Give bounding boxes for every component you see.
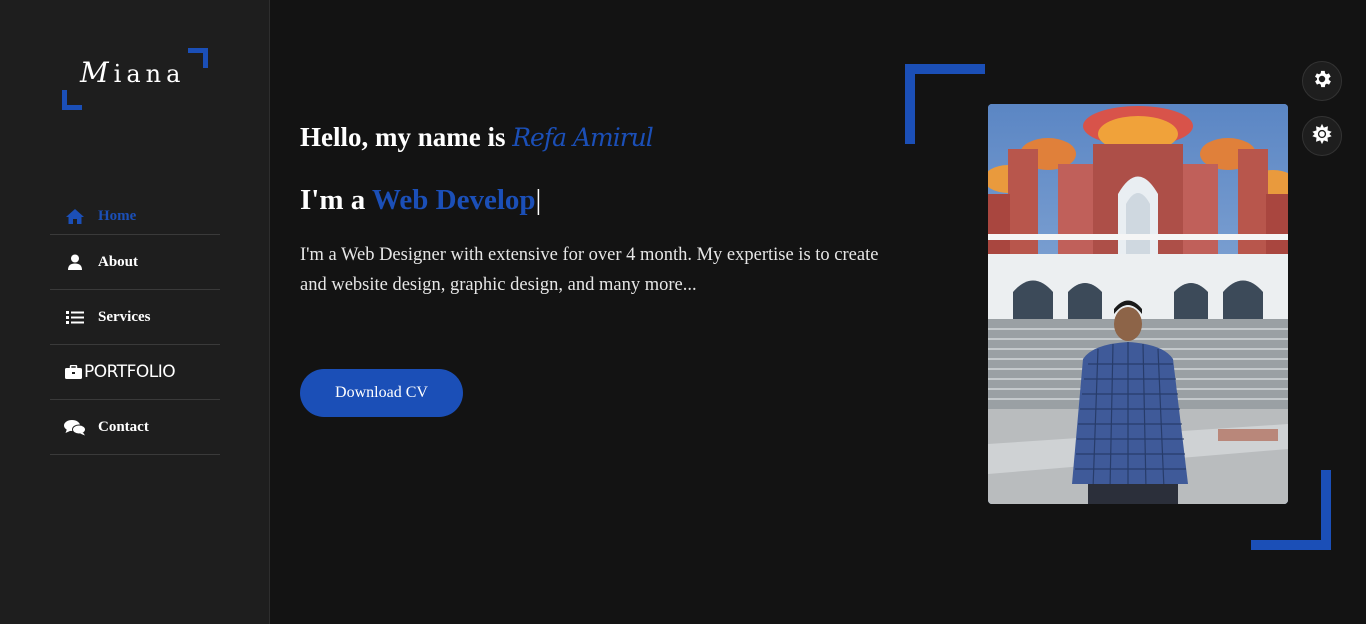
sidebar-item-contact[interactable]: Contact bbox=[50, 400, 220, 455]
sidebar-item-label: About bbox=[98, 253, 139, 270]
briefcase-icon bbox=[64, 363, 82, 381]
profile-photo bbox=[988, 104, 1288, 504]
home-icon bbox=[64, 207, 86, 225]
logo-text: Miana bbox=[80, 56, 185, 89]
sidebar: Miana Home About Services PORTFOLIO Cont… bbox=[0, 0, 270, 624]
bio-text: I'm a Web Designer with extensive for ov… bbox=[300, 245, 879, 295]
theme-toggle-button[interactable] bbox=[1302, 116, 1342, 156]
user-icon bbox=[64, 253, 86, 271]
sidebar-item-portfolio[interactable]: PORTFOLIO bbox=[50, 345, 220, 400]
logo-rest: iana bbox=[113, 60, 186, 88]
greeting-prefix: Hello, my name is bbox=[300, 122, 513, 152]
sidebar-item-label: Services bbox=[98, 308, 151, 325]
sidebar-item-label: Home bbox=[98, 207, 137, 224]
settings-button[interactable] bbox=[1302, 61, 1342, 101]
comments-icon bbox=[64, 418, 86, 436]
role-prefix: I'm a bbox=[300, 184, 372, 216]
sun-icon bbox=[1311, 123, 1333, 150]
photo-frame-top-left bbox=[905, 64, 985, 144]
logo[interactable]: Miana bbox=[62, 48, 208, 110]
gear-icon bbox=[1311, 68, 1333, 95]
sidebar-item-label: PORTFOLIO bbox=[84, 362, 176, 382]
greeting-heading: Hello, my name is Refa Amirul bbox=[300, 122, 654, 153]
sidebar-item-services[interactable]: Services bbox=[50, 290, 220, 345]
logo-corner-top-right bbox=[188, 48, 208, 68]
sidebar-nav: Home About Services PORTFOLIO Contact bbox=[50, 198, 220, 455]
sidebar-item-about[interactable]: About bbox=[50, 235, 220, 290]
download-cv-button[interactable]: Download CV bbox=[300, 369, 463, 417]
role-heading: I'm a Web Develop| bbox=[300, 184, 541, 217]
sidebar-item-label: Contact bbox=[98, 418, 149, 435]
list-icon bbox=[64, 308, 86, 326]
logo-corner-bottom-left bbox=[62, 90, 82, 110]
role-typed-text: Web Develop bbox=[371, 184, 536, 216]
logo-initial: M bbox=[80, 56, 114, 89]
owner-name: Refa Amirul bbox=[512, 123, 654, 152]
typing-cursor: | bbox=[535, 184, 542, 216]
sidebar-item-home[interactable]: Home bbox=[50, 198, 220, 235]
